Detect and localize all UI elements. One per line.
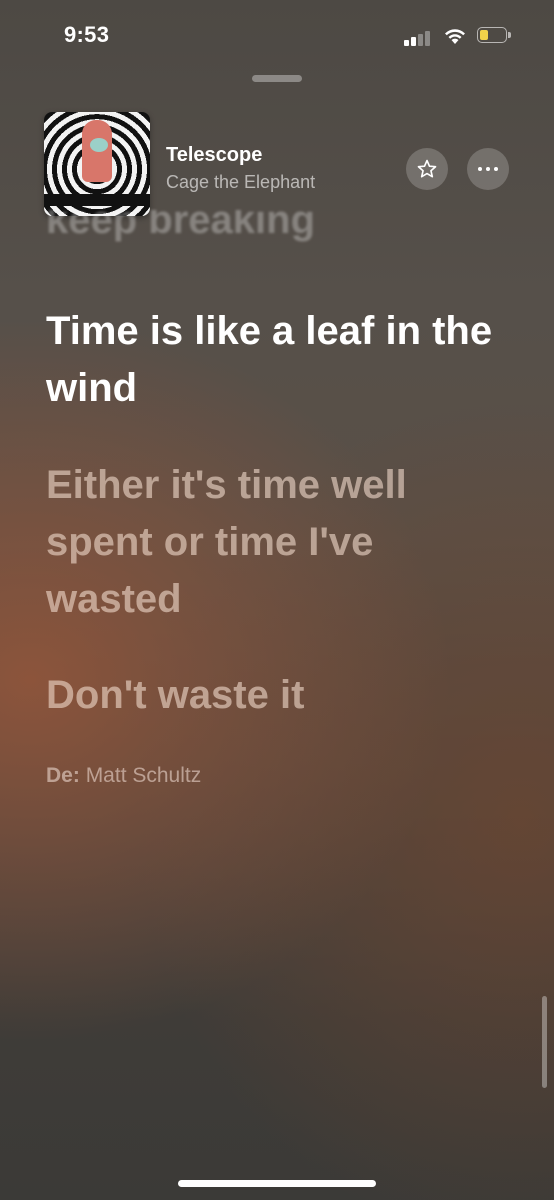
wifi-icon	[445, 29, 465, 44]
lyric-line-current[interactable]: Time is like a leaf in the wind	[46, 303, 516, 417]
lyric-line-next[interactable]: Either it's time well spent or time I've…	[46, 457, 516, 628]
ellipsis-icon	[478, 167, 498, 171]
favorite-button[interactable]	[406, 148, 448, 190]
status-time: 9:53	[64, 22, 110, 47]
star-icon	[417, 159, 437, 178]
song-artist[interactable]: Cage the Elephant	[166, 172, 315, 193]
credit-prefix: De:	[46, 764, 80, 787]
home-indicator[interactable]	[178, 1180, 376, 1187]
scroll-indicator[interactable]	[542, 996, 547, 1088]
status-bar: 9:53	[0, 0, 554, 70]
songwriter-credit: De: Matt Schultz	[46, 764, 201, 788]
battery-icon	[477, 27, 513, 45]
song-title: Telescope	[166, 144, 263, 166]
lyric-line-next[interactable]: Don't waste it	[46, 667, 304, 724]
credit-name: Matt Schultz	[85, 764, 202, 787]
album-artwork[interactable]	[44, 112, 150, 216]
now-playing-header: Telescope Cage the Elephant	[0, 110, 554, 220]
cellular-signal-icon	[404, 30, 434, 46]
more-options-button[interactable]	[467, 148, 509, 190]
lyric-line-previous[interactable]: keep breaking	[46, 210, 315, 254]
sheet-grabber[interactable]	[252, 75, 302, 82]
